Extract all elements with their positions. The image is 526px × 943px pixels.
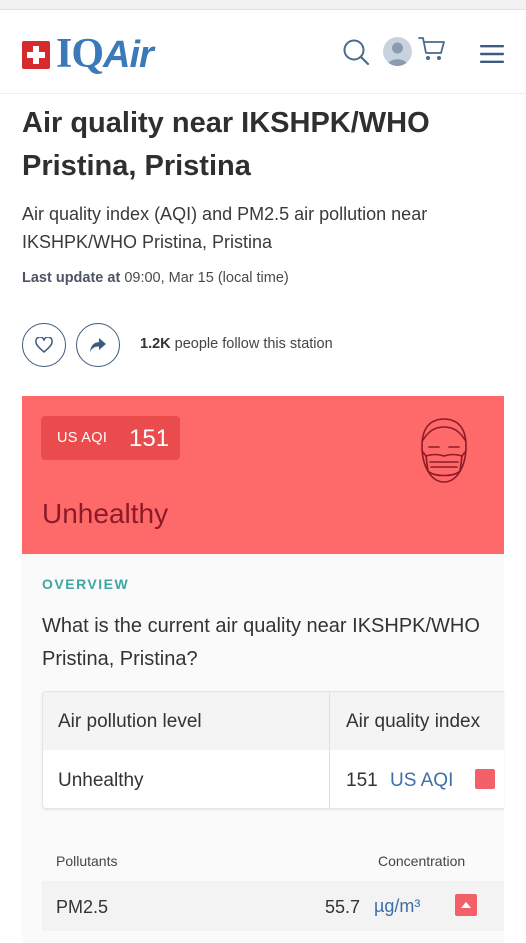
logo-wordmark: IQAir	[56, 31, 154, 77]
followers-count: 1.2K people follow this station	[140, 336, 333, 352]
table-cell-level: Unhealthy	[58, 770, 144, 791]
table-header-aqi: Air quality index	[346, 711, 481, 732]
aqi-card: US AQI 151 Unhealthy	[22, 396, 504, 554]
pollutant-row: PM2.5 55.7 µg/m³	[42, 881, 504, 931]
trend-up-icon	[455, 894, 477, 916]
iqair-logo[interactable]: IQAir	[22, 31, 154, 77]
last-update-value: 09:00, Mar 15 (local time)	[124, 270, 289, 286]
site-header: IQAir	[0, 10, 526, 94]
share-arrow-icon	[90, 338, 106, 352]
table-cell-aqi-unit: US AQI	[390, 770, 454, 791]
aqi-status: Unhealthy	[42, 498, 169, 529]
overview-section: OVERVIEW What is the current air quality…	[22, 554, 504, 943]
avatar[interactable]	[383, 37, 412, 66]
aqi-badge: US AQI 151	[41, 416, 180, 460]
aqi-summary-table[interactable]: Air pollution level Air quality index Un…	[42, 691, 504, 809]
pollutant-name: PM2.5	[56, 897, 109, 917]
swiss-flag-icon	[22, 40, 50, 69]
menu-icon[interactable]	[480, 44, 504, 64]
concentration-header: Concentration	[378, 853, 466, 869]
follow-button[interactable]	[22, 323, 66, 367]
face-mask-icon	[421, 418, 467, 483]
share-button[interactable]	[76, 323, 120, 367]
heart-icon	[35, 337, 53, 353]
browser-top-strip	[0, 0, 526, 10]
page-subtitle: Air quality index (AQI) and PM2.5 air po…	[22, 204, 428, 252]
table-divider	[329, 692, 330, 808]
search-icon[interactable]	[342, 38, 370, 66]
trend-up-icon	[475, 769, 495, 789]
pollutant-unit: µg/m³	[374, 896, 421, 916]
overview-label: OVERVIEW	[42, 576, 130, 592]
table-header-pollution-level: Air pollution level	[58, 711, 202, 732]
pollutants-header: Pollutants	[56, 853, 118, 869]
cart-icon[interactable]	[418, 36, 446, 62]
page-title: Air quality near IKSHPK/WHO Pristina, Pr…	[22, 107, 430, 182]
pollutant-value: 55.7	[325, 897, 361, 917]
overview-question: What is the current air quality near IKS…	[42, 615, 480, 670]
table-cell-aqi-value: 151	[346, 770, 378, 791]
last-update-label: Last update at	[22, 270, 121, 286]
aqi-value: 151	[129, 425, 170, 452]
aqi-badge-label: US AQI	[57, 430, 108, 446]
last-update: Last update at 09:00, Mar 15 (local time…	[22, 270, 289, 286]
